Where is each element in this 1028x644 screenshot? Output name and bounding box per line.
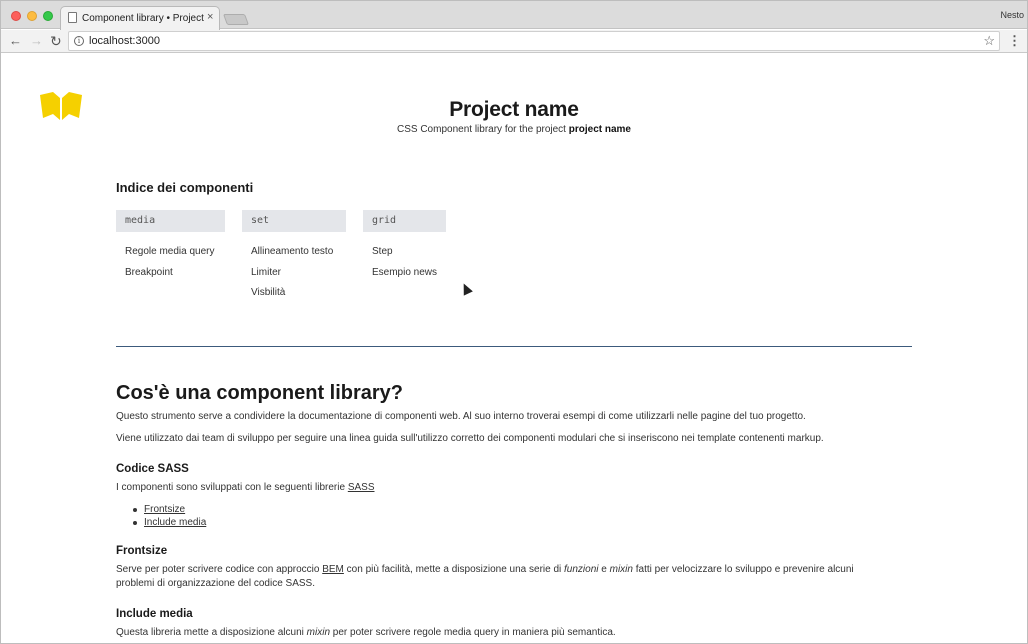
profile-name[interactable]: Nesto	[1000, 10, 1024, 20]
browser-tab[interactable]: Component library • Project name ×	[60, 6, 220, 30]
reload-icon[interactable]: ↻	[50, 33, 62, 49]
url-text[interactable]: localhost:3000	[89, 35, 160, 47]
frontsize-text: e	[601, 564, 607, 575]
sass-text: I componenti sono sviluppati con le segu…	[116, 482, 346, 493]
subtitle-text: CSS Component library for the project	[397, 124, 566, 135]
info-icon[interactable]: i	[74, 36, 84, 46]
index-column-grid: grid Step Esempio news	[363, 210, 446, 283]
include-media-text: per poter scrivere regole media query in…	[332, 627, 616, 638]
new-tab-button[interactable]	[222, 14, 250, 25]
include-media-text: Questa libreria mette a disposizione alc…	[116, 627, 304, 638]
index-column-media: media Regole media query Breakpoint	[116, 210, 225, 283]
sass-link[interactable]: SASS	[348, 482, 375, 493]
page-content: Project name CSS Component library for t…	[2, 54, 1026, 642]
sass-heading: Codice SASS	[116, 463, 189, 475]
frontsize-text: Serve per poter scrivere codice con appr…	[116, 564, 320, 575]
funzioni-term: funzioni	[564, 564, 599, 575]
forward-icon[interactable]: →	[30, 33, 43, 49]
window-minimize-button[interactable]	[27, 11, 37, 21]
intro-paragraph-2: Viene utilizzato dai team di sviluppo pe…	[116, 433, 824, 444]
index-link[interactable]: Breakpoint	[125, 263, 225, 284]
back-icon[interactable]: ←	[9, 33, 22, 49]
browser-toolbar: ← → ↻ i localhost:3000 ☆ ⋮	[0, 30, 1028, 53]
address-bar[interactable]: i localhost:3000 ☆	[68, 31, 1000, 51]
index-link[interactable]: Step	[372, 242, 446, 263]
index-link[interactable]: Visbilità	[251, 283, 346, 304]
index-link[interactable]: Allineamento testo	[251, 242, 346, 263]
index-link[interactable]: Regole media query	[125, 242, 225, 263]
tab-close-icon[interactable]: ×	[207, 11, 213, 23]
index-tag: media	[116, 210, 225, 232]
browser-titlebar: Component library • Project name × Nesto	[0, 0, 1028, 30]
mouse-cursor-icon	[459, 281, 473, 296]
project-subtitle: CSS Component library for the project pr…	[2, 124, 1026, 135]
intro-paragraph-1: Questo strumento serve a condividere la …	[116, 411, 806, 422]
page-icon	[68, 12, 77, 23]
index-tag: grid	[363, 210, 446, 232]
subtitle-project-name: project name	[568, 124, 631, 135]
window-maximize-button[interactable]	[43, 11, 53, 21]
sass-paragraph: I componenti sono sviluppati con le segu…	[116, 481, 375, 495]
index-tag: set	[242, 210, 346, 232]
section-divider	[116, 346, 912, 347]
index-column-set: set Allineamento testo Limiter Visbilità	[242, 210, 346, 304]
frontsize-text: con più facilità, mette a disposizione u…	[346, 564, 562, 575]
frontsize-text: fatti per velocizzare lo sviluppo e prev…	[635, 564, 854, 575]
include-media-link[interactable]: Include media	[144, 517, 206, 528]
window-close-button[interactable]	[11, 11, 21, 21]
index-link[interactable]: Limiter	[251, 263, 346, 284]
library-list: Frontsize Include media	[132, 504, 206, 529]
kebab-menu-icon[interactable]: ⋮	[1008, 33, 1021, 49]
bookmark-star-icon[interactable]: ☆	[983, 33, 995, 49]
bem-link[interactable]: BEM	[322, 564, 344, 575]
frontsize-paragraph: Serve per poter scrivere codice con appr…	[116, 563, 906, 591]
mixin-term: mixin	[609, 564, 633, 575]
page-header: Project name CSS Component library for t…	[2, 98, 1026, 135]
mixin-term: mixin	[306, 627, 331, 638]
include-media-paragraph: Questa libreria mette a disposizione alc…	[116, 626, 616, 640]
include-media-heading: Include media	[116, 608, 193, 620]
project-title: Project name	[449, 98, 579, 121]
frontsize-heading: Frontsize	[116, 545, 168, 557]
index-link[interactable]: Esempio news	[372, 263, 446, 284]
index-title: Indice dei componenti	[116, 180, 254, 195]
intro-heading: Cos'è una component library?	[116, 382, 404, 404]
frontsize-text: problemi di organizzazione del codice SA…	[116, 578, 315, 589]
tab-title: Component library • Project name	[82, 13, 204, 24]
frontsize-link[interactable]: Frontsize	[144, 504, 185, 515]
